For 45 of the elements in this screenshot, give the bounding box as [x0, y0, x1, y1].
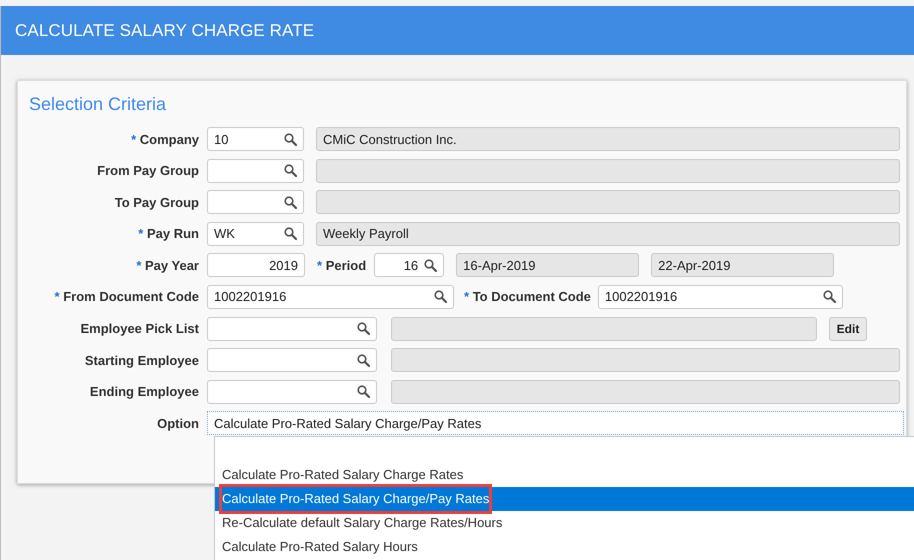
field-label: * Pay Year [136, 258, 199, 273]
field-label: * Pay Run [138, 226, 199, 242]
dropdown-option[interactable]: Calculate Pro-Rated Salary Hours [215, 535, 914, 559]
section-title: Selection Criteria [29, 93, 166, 115]
field-label: Starting Employee [84, 352, 199, 368]
description-field: 16-Apr-2019 [456, 253, 640, 278]
field-label: Employee Pick List [80, 321, 199, 336]
description-field: 22-Apr-2019 [651, 253, 834, 278]
search-icon[interactable] [357, 385, 370, 398]
lookup-field[interactable] [207, 380, 377, 404]
search-icon[interactable] [822, 290, 836, 304]
field-label: * From Document Code [54, 289, 199, 304]
page-title: CALCULATE SALARY CHARGE RATE [15, 20, 314, 40]
field-label: Ending Employee [90, 384, 199, 400]
field-label: * Company [131, 132, 199, 146]
field-label: * Period [317, 258, 366, 273]
description-field: CMiC Construction Inc. [316, 127, 900, 151]
field-label: Option [157, 416, 199, 431]
field-label: * To Document Code [464, 289, 591, 304]
field-label: From Pay Group [97, 163, 199, 178]
description-field: Weekly Payroll [316, 222, 900, 246]
search-icon[interactable] [424, 258, 438, 272]
lookup-field[interactable] [207, 348, 377, 372]
search-icon[interactable] [357, 322, 370, 336]
search-icon[interactable] [434, 290, 447, 304]
search-icon[interactable] [284, 132, 297, 146]
lookup-field[interactable]: WK [207, 222, 304, 246]
lookup-field[interactable]: 16 [374, 253, 444, 278]
edit-button[interactable]: Edit [829, 316, 867, 341]
search-icon[interactable] [284, 227, 297, 240]
lookup-field[interactable]: 1002201916 [598, 284, 843, 309]
lookup-field[interactable] [207, 158, 304, 183]
year-field[interactable]: 2019 [207, 253, 305, 278]
search-icon[interactable] [284, 164, 297, 178]
search-icon[interactable] [284, 196, 297, 209]
option-select[interactable]: Calculate Pro-Rated Salary Charge/Pay Rates [207, 411, 904, 436]
lookup-field[interactable]: 10 [207, 127, 304, 151]
search-icon[interactable] [357, 354, 370, 367]
lookup-field[interactable] [207, 316, 377, 341]
lookup-field[interactable] [207, 190, 304, 214]
dropdown-option[interactable]: Re-Calculate default Salary Charge Rates/Hours [215, 511, 914, 535]
dropdown-option[interactable]: Calculate Pro-Rated Salary Charge/Pay Rates [215, 487, 914, 511]
lookup-field[interactable]: 1002201916 [207, 284, 454, 309]
dropdown-option[interactable]: Calculate Pro-Rated Salary Charge Rates [215, 463, 914, 487]
field-label: To Pay Group [114, 194, 199, 210]
